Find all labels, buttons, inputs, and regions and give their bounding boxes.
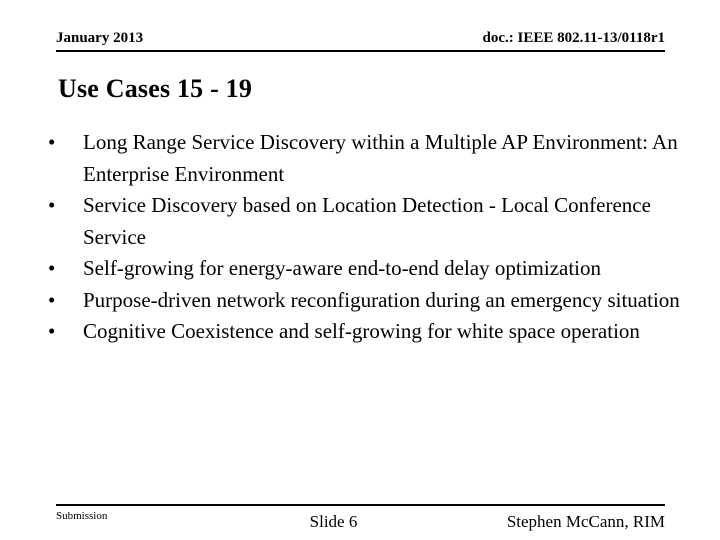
footer-author: Stephen McCann, RIM	[506, 512, 665, 531]
list-item-text: Cognitive Coexistence and self-growing f…	[83, 319, 640, 343]
bullet-point-icon: •	[48, 130, 56, 154]
list-item: • Service Discovery based on Location De…	[44, 190, 684, 253]
bullet-point-icon: •	[48, 256, 56, 280]
list-item-text: Purpose-driven network reconfiguration d…	[83, 287, 680, 312]
list-item-text: Service Discovery based on Location Dete…	[83, 193, 651, 249]
page-title: Use Cases 15 - 19	[58, 74, 253, 103]
slide-footer: Submission Slide 6 Stephen McCann, RIM	[56, 506, 665, 536]
bullet-point-icon: •	[48, 193, 56, 217]
header-document-number: doc.: IEEE 802.11-13/0118r1	[482, 30, 665, 46]
bullet-point-icon: •	[48, 287, 56, 312]
list-item: • Cognitive Coexistence and self-growing…	[44, 316, 684, 348]
list-item: • Long Range Service Discovery within a …	[44, 127, 684, 190]
list-item-text: Long Range Service Discovery within a Mu…	[83, 130, 678, 186]
bullet-point-icon: •	[48, 319, 56, 343]
slide-header: January 2013 doc.: IEEE 802.11-13/0118r1	[56, 29, 665, 51]
list-item-text: Self-growing for energy-aware end-to-end…	[83, 256, 602, 280]
list-item: • Self-growing for energy-aware end-to-e…	[44, 253, 684, 285]
bullet-list: • Long Range Service Discovery within a …	[44, 127, 684, 348]
header-divider-rule	[56, 50, 665, 52]
list-item: • Purpose-driven network reconfiguration…	[44, 285, 684, 317]
slide-canvas: January 2013 doc.: IEEE 802.11-13/0118r1…	[0, 0, 720, 540]
header-date: January 2013	[56, 30, 144, 46]
